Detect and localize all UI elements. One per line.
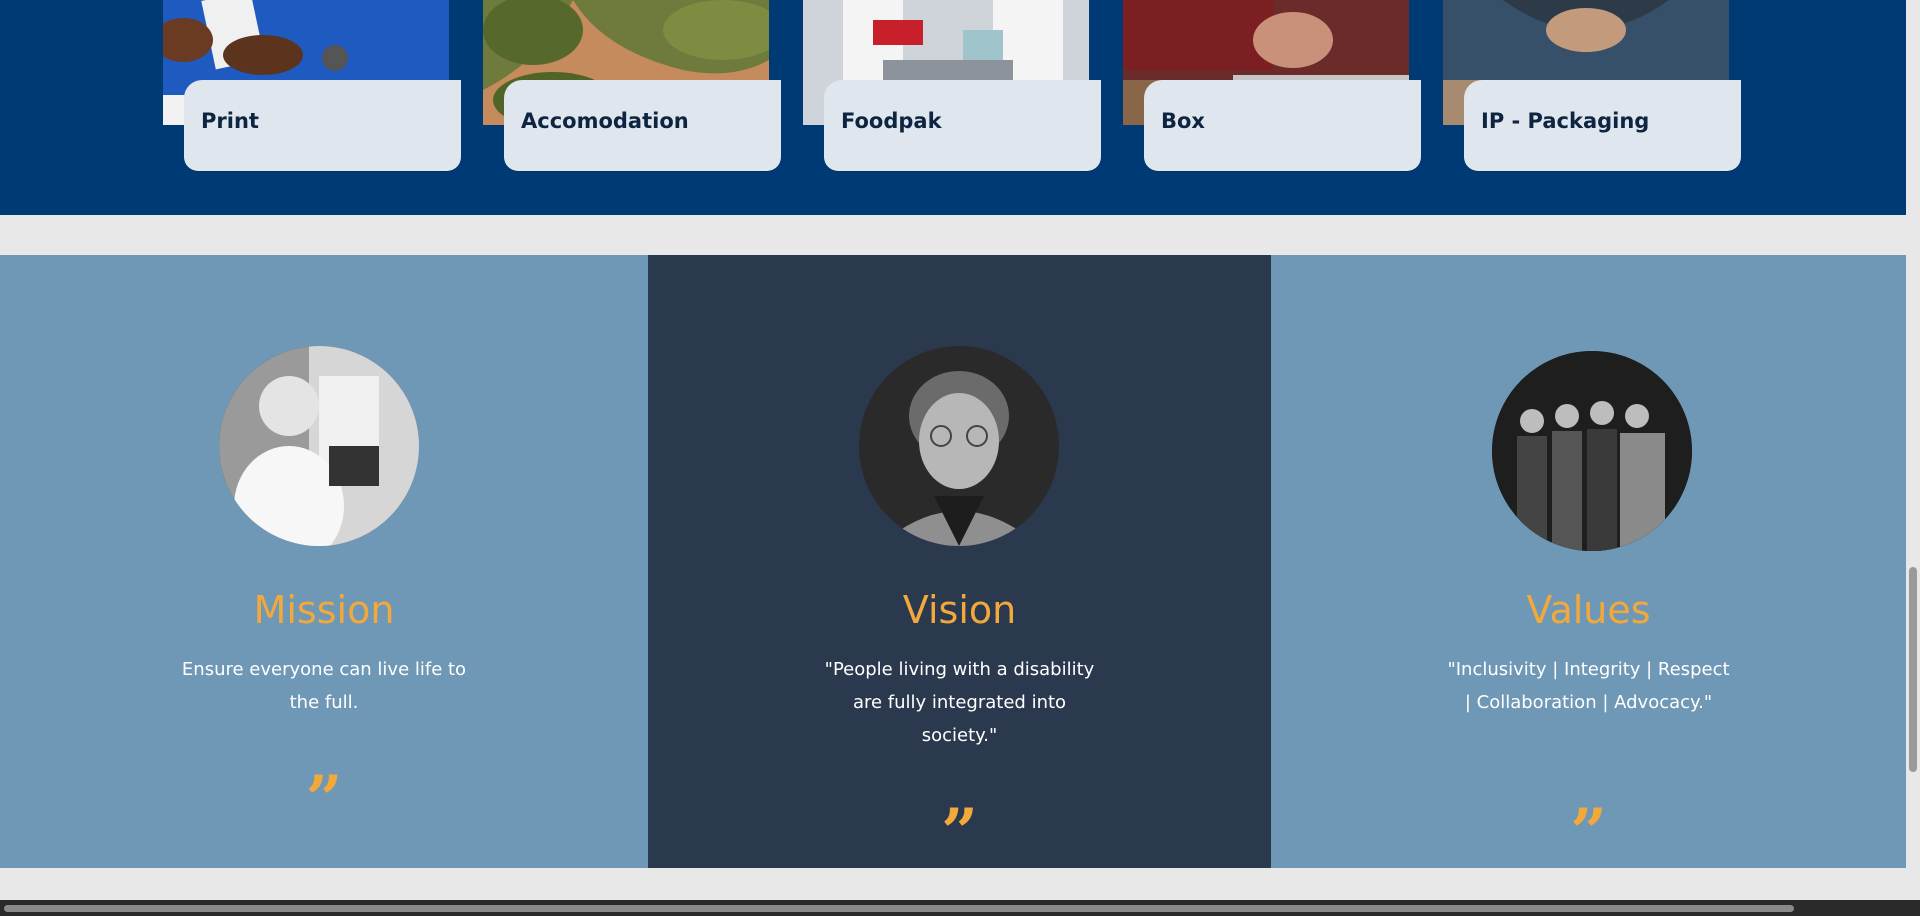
service-card-panel: Foodpak [824, 80, 1101, 171]
services-band: Print Accomodation Foodpak Box IP - Pack… [0, 0, 1906, 215]
service-card-panel: Print [184, 80, 461, 171]
horizontal-scrollbar[interactable] [0, 900, 1920, 916]
mission-column: Mission Ensure everyone can live life to… [0, 255, 648, 868]
mission-text: Ensure everyone can live life to the ful… [181, 659, 467, 713]
service-label: IP - Packaging [1481, 109, 1650, 133]
service-card-accomodation[interactable]: Accomodation [483, 0, 781, 172]
quote-mark-icon: ” [1570, 795, 1607, 870]
horizontal-scrollbar-thumb[interactable] [4, 905, 1794, 912]
service-label: Accomodation [521, 109, 689, 133]
values-column: Values "Inclusivity | Integrity | Respec… [1271, 255, 1906, 868]
service-card-panel: Accomodation [504, 80, 781, 171]
vision-title: Vision [902, 588, 1017, 632]
service-card-ip-packaging[interactable]: IP - Packaging [1443, 0, 1741, 172]
vertical-scrollbar[interactable] [1906, 0, 1920, 900]
quote-mark-icon: ” [305, 762, 343, 837]
service-label: Print [201, 109, 259, 133]
service-card-panel: IP - Packaging [1464, 80, 1741, 171]
vision-photo [859, 346, 1059, 546]
service-label: Box [1161, 109, 1205, 133]
mission-vision-values-section: Mission Ensure everyone can live life to… [0, 255, 1906, 868]
vertical-scrollbar-thumb[interactable] [1909, 567, 1917, 772]
values-title: Values [1526, 588, 1651, 632]
vision-column: Vision "People living with a disability … [648, 255, 1271, 868]
quote-mark-icon: ” [941, 795, 978, 870]
service-card-panel: Box [1144, 80, 1421, 171]
service-card-print[interactable]: Print [163, 0, 461, 172]
vision-text: "People living with a disability are ful… [824, 659, 1095, 746]
mission-photo [219, 346, 419, 546]
values-photo [1492, 351, 1692, 551]
mission-title: Mission [253, 588, 395, 632]
service-card-box[interactable]: Box [1123, 0, 1421, 172]
service-card-foodpak[interactable]: Foodpak [803, 0, 1101, 172]
values-text: "Inclusivity | Integrity | Respect | Col… [1447, 659, 1730, 713]
service-label: Foodpak [841, 109, 942, 133]
